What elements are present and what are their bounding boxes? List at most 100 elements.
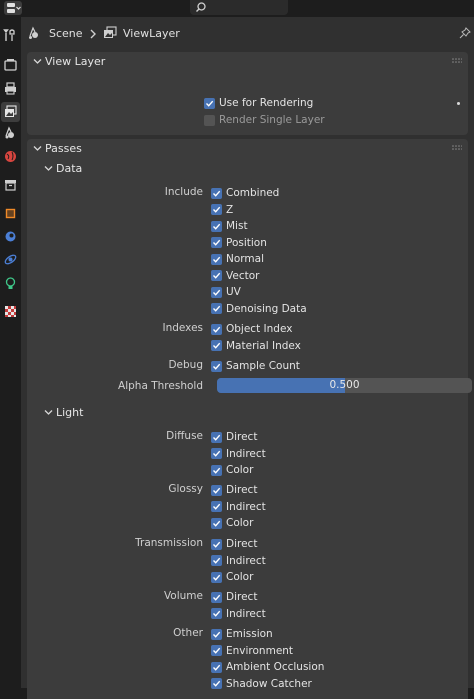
render-single-layer-checkbox[interactable]: Render Single Layer (204, 113, 325, 127)
tab-view-layer[interactable] (1, 102, 20, 122)
pass-checkbox[interactable]: Color (211, 516, 253, 530)
alpha-threshold-slider[interactable]: 0.500 (217, 378, 472, 393)
checkbox-checked[interactable] (211, 448, 222, 459)
pass-checkbox-label: Color (226, 517, 254, 529)
pass-checkbox[interactable]: Indirect (211, 554, 266, 568)
use-for-rendering-label: Use for Rendering (219, 97, 314, 109)
tab-scene[interactable] (1, 123, 20, 143)
chevron-down-icon[interactable] (44, 408, 53, 417)
checkbox-checked[interactable] (204, 97, 215, 109)
chevron-down-icon[interactable] (33, 57, 42, 66)
tab-world[interactable] (1, 147, 20, 167)
checkmark-icon (213, 664, 221, 671)
pass-checkbox[interactable]: Direct (211, 483, 257, 497)
tab-physics[interactable] (1, 250, 20, 270)
checkbox-checked[interactable] (211, 220, 222, 232)
checkbox-checked[interactable] (211, 360, 222, 372)
pass-checkbox[interactable]: Indirect (211, 447, 266, 461)
decorator-dot[interactable] (457, 102, 460, 105)
checkbox-checked[interactable] (211, 645, 222, 656)
pass-checkbox[interactable]: Denoising Data (211, 302, 307, 316)
tab-tool[interactable] (1, 26, 20, 46)
checkmark-icon (213, 289, 221, 296)
pass-checkbox[interactable]: Color (211, 570, 253, 584)
checkbox-checked[interactable] (211, 571, 222, 583)
pass-checkbox[interactable]: Sample Count (211, 359, 300, 373)
scene-icon (29, 26, 38, 39)
pass-checkbox[interactable]: Color (211, 463, 253, 477)
checkmark-icon (213, 594, 221, 601)
checkbox-checked[interactable] (211, 661, 222, 673)
use-for-rendering-checkbox[interactable]: Use for Rendering (204, 96, 313, 110)
checkbox-checked[interactable] (211, 501, 222, 512)
checkbox-checked[interactable] (211, 204, 222, 215)
pass-checkbox-label: Normal (226, 253, 264, 265)
checkbox-unchecked[interactable] (204, 114, 215, 126)
chevron-down-icon[interactable] (33, 144, 42, 153)
pass-checkbox[interactable]: Z (211, 203, 233, 217)
data-subpanel-title[interactable]: Data (56, 162, 82, 175)
checkbox-checked[interactable] (211, 517, 222, 529)
pass-checkbox[interactable]: UV (211, 285, 241, 299)
checkbox-checked[interactable] (211, 628, 222, 640)
checkbox-checked[interactable] (211, 187, 222, 199)
checkbox-checked[interactable] (211, 253, 222, 265)
checkmark-icon (213, 239, 221, 246)
pass-checkbox-label: Color (226, 464, 254, 476)
checkbox-checked[interactable] (211, 431, 222, 443)
breadcrumb-view-layer[interactable]: ViewLayer (123, 27, 180, 40)
checkbox-checked[interactable] (211, 464, 222, 476)
search-field[interactable] (190, 0, 288, 15)
light-subpanel-title[interactable]: Light (56, 406, 83, 419)
object-square-icon (5, 208, 16, 219)
alpha-threshold-label: Alpha Threshold (118, 380, 203, 392)
pass-checkbox[interactable]: Combined (211, 186, 279, 200)
scene-icon (5, 126, 14, 139)
breadcrumb-scene[interactable]: Scene (49, 27, 83, 40)
pass-checkbox[interactable]: Position (211, 236, 267, 250)
pass-checkbox[interactable]: Object Index (211, 322, 292, 336)
drag-handle-icon[interactable] (452, 145, 462, 150)
tab-object[interactable] (1, 204, 20, 224)
properties-tab-bar (0, 17, 21, 688)
pass-checkbox[interactable]: Material Index (211, 339, 301, 353)
pass-checkbox[interactable]: Ambient Occlusion (211, 660, 324, 674)
checkbox-checked[interactable] (211, 286, 222, 298)
pass-checkbox[interactable]: Indirect (211, 500, 266, 514)
editor-type-button[interactable] (4, 1, 22, 15)
pass-checkbox[interactable]: Direct (211, 537, 257, 551)
checkbox-checked[interactable] (211, 323, 222, 335)
chevron-down-icon[interactable] (44, 164, 53, 173)
pass-checkbox[interactable]: Emission (211, 627, 273, 641)
checkmark-icon (213, 520, 221, 527)
pass-checkbox[interactable]: Direct (211, 430, 257, 444)
view-layer-panel-title[interactable]: View Layer (45, 55, 105, 68)
checkmark-icon (213, 450, 221, 457)
checkbox-checked[interactable] (211, 678, 222, 689)
passes-panel-title[interactable]: Passes (45, 142, 82, 155)
tab-render[interactable] (1, 55, 20, 75)
pass-checkbox[interactable]: Mist (211, 219, 248, 233)
checkbox-checked[interactable] (211, 303, 222, 314)
pin-icon[interactable] (459, 27, 471, 39)
pass-checkbox[interactable]: Indirect (211, 607, 266, 621)
tab-constraints[interactable] (1, 227, 20, 247)
tab-output[interactable] (1, 79, 20, 99)
checkbox-checked[interactable] (211, 237, 222, 248)
checkbox-checked[interactable] (211, 591, 222, 603)
pass-checkbox[interactable]: Normal (211, 252, 264, 266)
checkbox-checked[interactable] (211, 340, 222, 351)
checkbox-checked[interactable] (211, 555, 222, 566)
pass-checkbox[interactable]: Environment (211, 644, 293, 658)
pass-checkbox[interactable]: Direct (211, 590, 257, 604)
tab-light-data[interactable] (1, 274, 20, 294)
pass-checkbox[interactable]: Vector (211, 269, 259, 283)
checkbox-checked[interactable] (211, 270, 222, 281)
tab-texture[interactable] (1, 302, 20, 322)
pass-checkbox[interactable]: Shadow Catcher (211, 677, 312, 691)
checkbox-checked[interactable] (211, 484, 222, 496)
checkbox-checked[interactable] (211, 538, 222, 550)
checkbox-checked[interactable] (211, 608, 222, 619)
drag-handle-icon[interactable] (452, 58, 462, 63)
checkmark-icon (213, 434, 221, 441)
